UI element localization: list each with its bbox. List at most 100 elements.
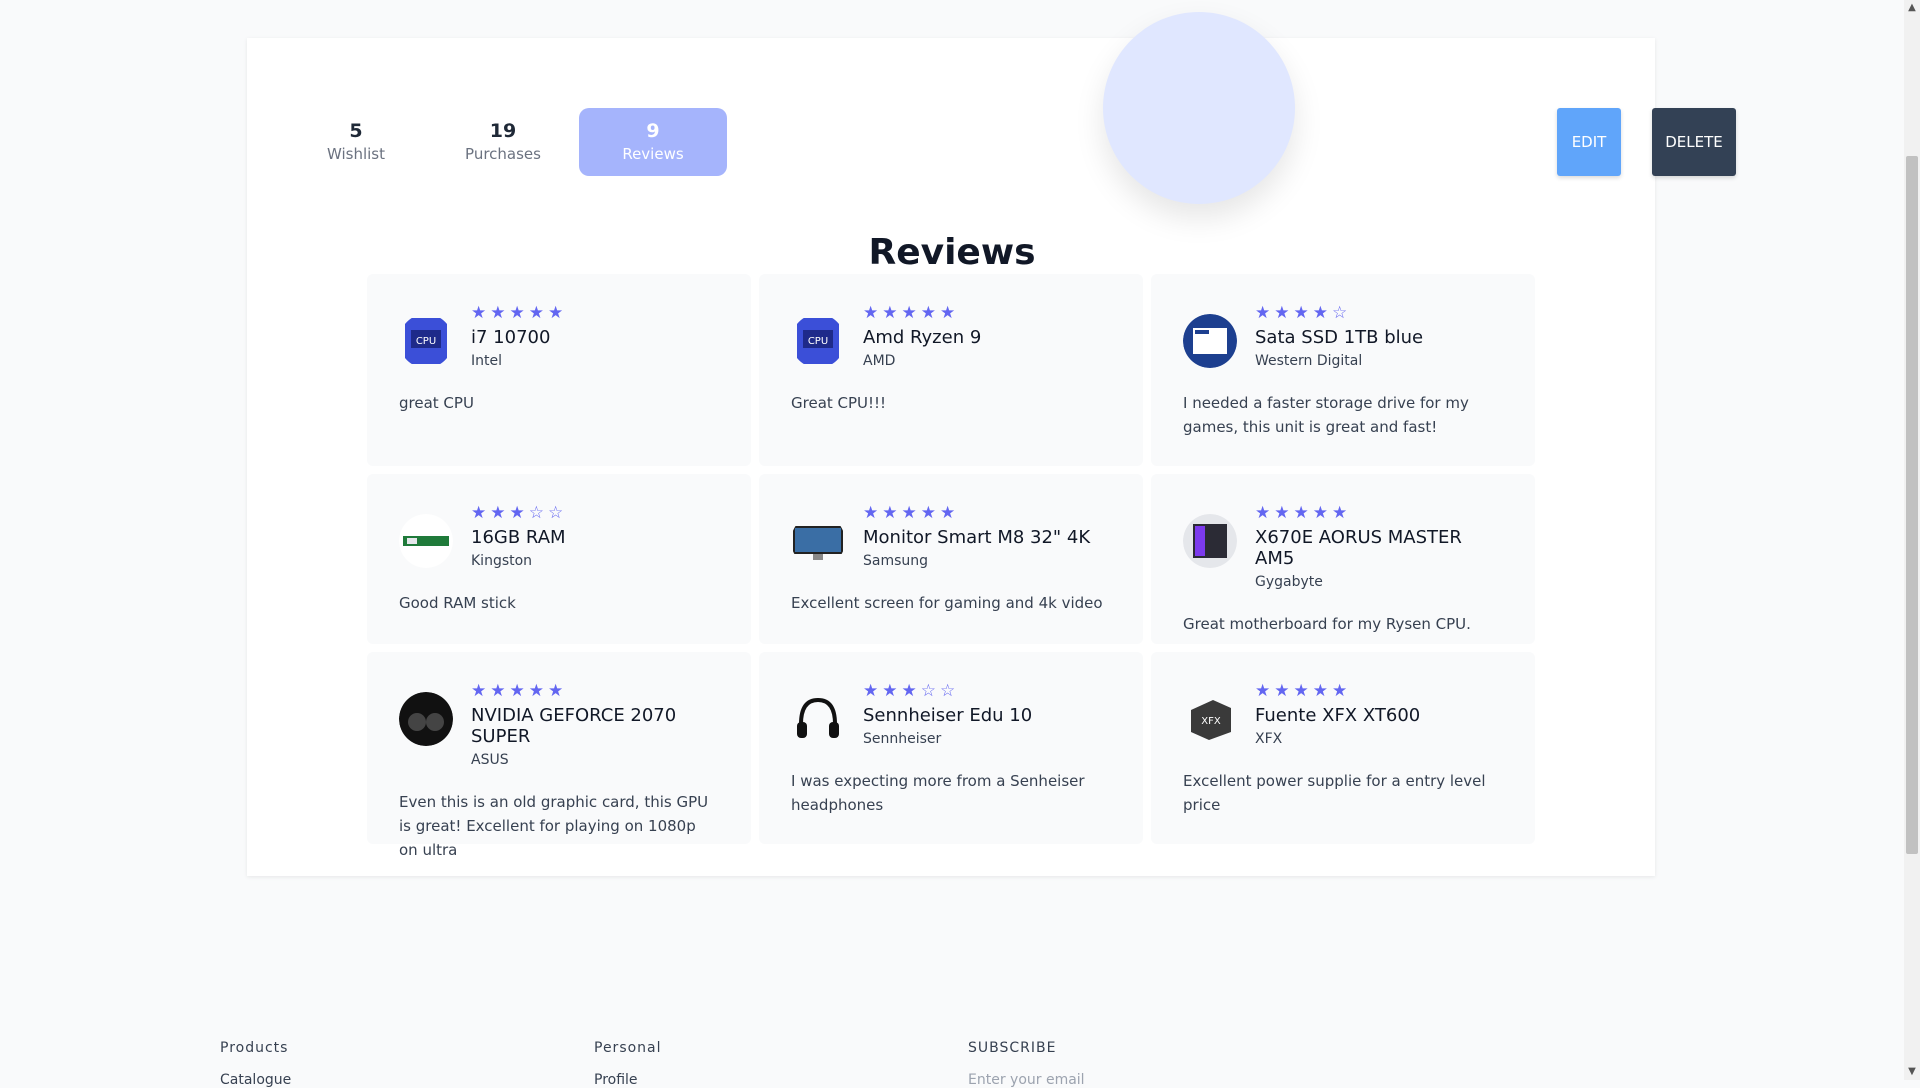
star-filled-icon: ★ <box>471 303 487 323</box>
review-text: Excellent power supplie for a entry leve… <box>1183 772 1486 814</box>
monitor-icon <box>791 514 845 568</box>
stat-purchases[interactable]: 19 Purchases <box>429 108 577 176</box>
section-title: Reviews <box>868 232 1036 273</box>
star-filled-icon: ★ <box>1312 681 1328 701</box>
footer-heading-subscribe: SUBSCRIBE <box>968 1040 1057 1056</box>
review-text: Great motherboard for my Rysen CPU. <box>1183 615 1471 633</box>
star-filled-icon: ★ <box>490 303 506 323</box>
star-filled-icon: ★ <box>901 681 917 701</box>
review-card: ★ ★ ★ ★ ★ Monitor Smart M8 32" 4K Samsung Excel… <box>759 474 1143 644</box>
star-filled-icon: ★ <box>1332 503 1348 523</box>
product-name[interactable]: Sennheiser Edu 10 <box>863 705 1032 726</box>
star-filled-icon: ★ <box>882 303 898 323</box>
star-empty-icon: ☆ <box>528 503 544 523</box>
headphones-icon <box>791 692 845 746</box>
star-filled-icon: ★ <box>509 681 525 701</box>
star-filled-icon: ★ <box>509 503 525 523</box>
star-filled-icon: ★ <box>1255 503 1271 523</box>
review-card: CPU ★ ★ ★ ★ ★ i7 10700 Intel great CPU <box>367 274 751 466</box>
cpu-box-icon: CPU <box>399 314 453 368</box>
stat-value: 5 <box>349 120 363 142</box>
review-text: I was expecting more from a Senheiser he… <box>791 772 1085 814</box>
star-filled-icon: ★ <box>548 303 564 323</box>
star-filled-icon: ★ <box>1312 503 1328 523</box>
ssd-icon <box>1183 314 1237 368</box>
star-filled-icon: ★ <box>882 681 898 701</box>
review-card: CPU ★ ★ ★ ★ ★ Amd Ryzen 9 AMD Great CPU!!! <box>759 274 1143 466</box>
stat-reviews[interactable]: 9 Reviews <box>579 108 727 176</box>
avatar <box>1103 12 1295 204</box>
product-name[interactable]: X670E AORUS MASTER AM5 <box>1255 527 1503 569</box>
star-filled-icon: ★ <box>1293 303 1309 323</box>
star-filled-icon: ★ <box>1255 681 1271 701</box>
star-empty-icon: ☆ <box>548 503 564 523</box>
star-filled-icon: ★ <box>863 681 879 701</box>
star-filled-icon: ★ <box>863 303 879 323</box>
rating-stars: ★ ★ ★ ★ ★ <box>471 304 563 322</box>
rating-stars: ★ ★ ★ ★ ★ <box>471 682 719 700</box>
product-brand: Intel <box>471 353 502 369</box>
scroll-down-icon[interactable]: ▼ <box>1904 1064 1920 1080</box>
footer-link-catalogue[interactable]: Catalogue <box>220 1072 291 1088</box>
svg-text:XFX: XFX <box>1201 716 1221 727</box>
delete-button[interactable]: DELETE <box>1652 108 1736 176</box>
footer-heading-products: Products <box>220 1040 289 1056</box>
gpu-icon <box>399 692 453 746</box>
product-brand: Sennheiser <box>863 731 942 747</box>
star-filled-icon: ★ <box>1274 681 1290 701</box>
star-empty-icon: ☆ <box>940 681 956 701</box>
star-filled-icon: ★ <box>528 681 544 701</box>
footer-heading-personal: Personal <box>594 1040 662 1056</box>
review-card: ★ ★ ★ ☆ ☆ 16GB RAM Kingston Good RAM stick <box>367 474 751 644</box>
star-filled-icon: ★ <box>509 303 525 323</box>
stat-value: 19 <box>489 120 517 142</box>
product-brand: XFX <box>1255 731 1283 747</box>
star-filled-icon: ★ <box>863 503 879 523</box>
star-filled-icon: ★ <box>901 303 917 323</box>
star-filled-icon: ★ <box>940 303 956 323</box>
review-text: Excellent screen for gaming and 4k video <box>791 594 1103 612</box>
stat-wishlist[interactable]: 5 Wishlist <box>282 108 430 176</box>
review-card: ★ ★ ★ ☆ ☆ Sennheiser Edu 10 Sennheiser I was ex… <box>759 652 1143 844</box>
star-filled-icon: ★ <box>548 681 564 701</box>
footer-link-profile[interactable]: Profile <box>594 1072 638 1088</box>
stat-label: Reviews <box>622 145 684 163</box>
review-card: ★ ★ ★ ★ ★ NVIDIA GEFORCE 2070 SUPER ASUS Even t… <box>367 652 751 859</box>
edit-button[interactable]: EDIT <box>1557 108 1621 176</box>
svg-text:CPU: CPU <box>808 336 828 347</box>
product-name[interactable]: Amd Ryzen 9 <box>863 327 981 348</box>
ram-icon <box>399 514 453 568</box>
rating-stars: ★ ★ ★ ★ ★ <box>1255 682 1420 700</box>
product-name[interactable]: Monitor Smart M8 32" 4K <box>863 527 1090 548</box>
product-name[interactable]: 16GB RAM <box>471 527 566 548</box>
scroll-thumb[interactable] <box>1906 156 1918 854</box>
product-name[interactable]: NVIDIA GEFORCE 2070 SUPER <box>471 705 719 747</box>
cpu-box-icon: CPU <box>791 314 845 368</box>
star-filled-icon: ★ <box>490 681 506 701</box>
rating-stars: ★ ★ ★ ☆ ☆ <box>471 504 566 522</box>
star-filled-icon: ★ <box>1332 681 1348 701</box>
stat-label: Purchases <box>465 145 541 163</box>
scroll-up-icon[interactable]: ▲ <box>1904 0 1920 16</box>
star-filled-icon: ★ <box>471 681 487 701</box>
product-name[interactable]: Sata SSD 1TB blue <box>1255 327 1423 348</box>
rating-stars: ★ ★ ★ ★ ★ <box>863 304 981 322</box>
product-brand: AMD <box>863 353 896 369</box>
star-filled-icon: ★ <box>882 503 898 523</box>
subscribe-email-input[interactable]: Enter your email <box>968 1072 1085 1088</box>
rating-stars: ★ ★ ★ ★ ☆ <box>1255 304 1423 322</box>
review-text: Good RAM stick <box>399 594 516 612</box>
rating-stars: ★ ★ ★ ★ ★ <box>1255 504 1503 522</box>
motherboard-icon <box>1183 514 1237 568</box>
product-name[interactable]: i7 10700 <box>471 327 563 348</box>
scrollbar[interactable]: ▲ ▼ <box>1904 0 1920 1080</box>
product-name[interactable]: Fuente XFX XT600 <box>1255 705 1420 726</box>
star-filled-icon: ★ <box>920 303 936 323</box>
reviews-grid: CPU ★ ★ ★ ★ ★ i7 10700 Intel great CPU CPU ★ ★ ★ ★ ★ Am… <box>367 274 1535 859</box>
rating-stars: ★ ★ ★ ☆ ☆ <box>863 682 1032 700</box>
star-filled-icon: ★ <box>1274 503 1290 523</box>
psu-icon: XFX <box>1183 692 1237 746</box>
review-card: ★ ★ ★ ★ ★ X670E AORUS MASTER AM5 Gygabyte Great… <box>1151 474 1535 644</box>
review-card: XFX ★ ★ ★ ★ ★ Fuente XFX XT600 XFX Excellent pow… <box>1151 652 1535 844</box>
star-filled-icon: ★ <box>528 303 544 323</box>
